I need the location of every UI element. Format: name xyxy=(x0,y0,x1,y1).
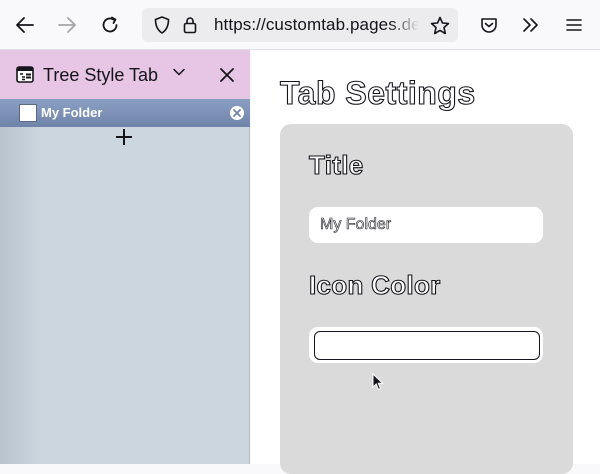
icon-color-section-heading: Icon Color xyxy=(308,269,441,300)
pocket-button[interactable] xyxy=(472,8,506,42)
url-text[interactable]: https://customtab.pages.dev xyxy=(214,8,419,42)
overflow-button[interactable] xyxy=(514,8,548,42)
chevron-down-icon[interactable] xyxy=(173,68,185,76)
tab-favicon xyxy=(19,104,37,122)
sidebar-close-button[interactable] xyxy=(214,62,240,88)
arrow-right-icon xyxy=(58,17,76,33)
arrow-left-icon xyxy=(16,17,34,33)
forward-button[interactable] xyxy=(50,8,84,42)
tab-item[interactable]: My Folder xyxy=(0,99,250,127)
page-content: Tab Settings Title Icon Color xyxy=(251,51,600,474)
mouse-cursor-icon xyxy=(372,373,384,391)
browser-toolbar: https://customtab.pages.dev xyxy=(0,0,600,50)
plus-icon xyxy=(116,129,132,145)
tab-label: My Folder xyxy=(41,105,103,120)
settings-panel: Title Icon Color xyxy=(280,124,573,474)
sidebar-header[interactable]: Tree Style Tab xyxy=(0,50,250,99)
tab-close-button[interactable] xyxy=(230,106,244,120)
page-title: Tab Settings xyxy=(279,74,476,111)
icon-color-input[interactable] xyxy=(309,327,543,363)
title-input[interactable] xyxy=(309,207,543,243)
reload-icon xyxy=(102,16,118,33)
tree-style-tab-icon xyxy=(16,66,34,83)
chevrons-right-icon xyxy=(523,18,538,32)
back-button[interactable] xyxy=(8,8,42,42)
lock-icon[interactable] xyxy=(176,8,204,42)
reload-button[interactable] xyxy=(93,8,127,42)
title-section-heading: Title xyxy=(308,149,364,180)
close-icon xyxy=(233,109,241,117)
new-tab-button[interactable] xyxy=(113,126,135,148)
menu-button[interactable] xyxy=(557,8,591,42)
sidebar-title[interactable]: Tree Style Tab xyxy=(43,63,158,87)
shield-icon[interactable] xyxy=(148,8,176,42)
star-icon[interactable] xyxy=(426,8,454,42)
color-swatch[interactable] xyxy=(314,331,540,360)
sidebar: Tree Style Tab My Folder xyxy=(0,50,250,464)
close-icon xyxy=(220,68,234,82)
sidebar-shade xyxy=(0,127,40,464)
pocket-icon xyxy=(481,17,497,33)
hamburger-menu-icon xyxy=(566,19,582,31)
url-bar[interactable]: https://customtab.pages.dev xyxy=(142,8,458,42)
